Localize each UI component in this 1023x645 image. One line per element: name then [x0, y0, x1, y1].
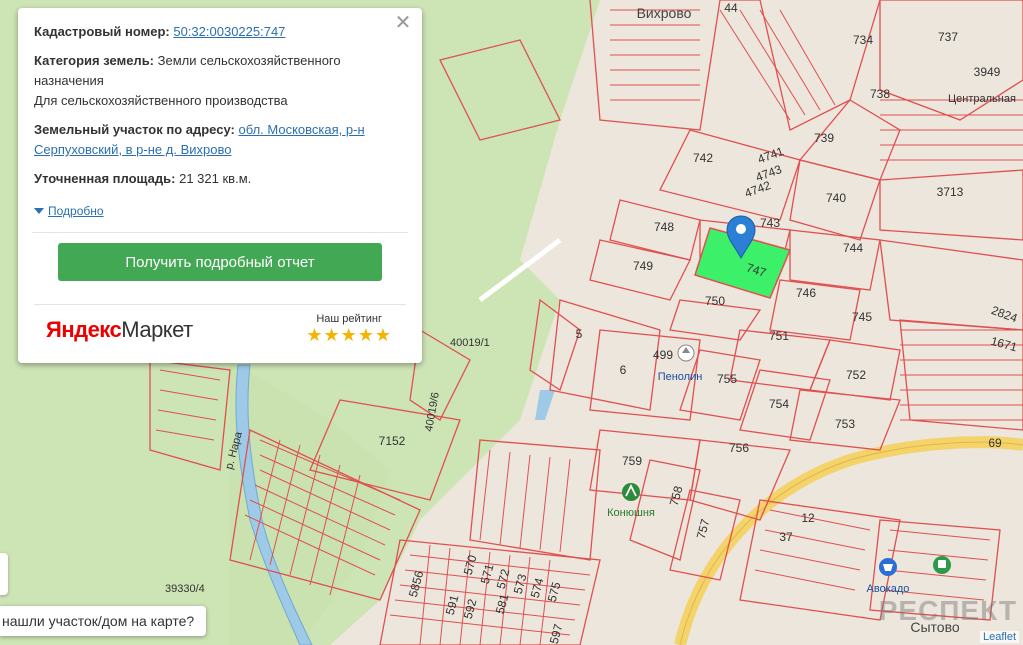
- side-panel-tab[interactable]: [0, 553, 8, 595]
- details-link[interactable]: Подробно: [48, 204, 104, 218]
- land-category-row: Категория земель: Земли сельскохозяйстве…: [34, 51, 406, 111]
- parcel-label-44: 44: [724, 1, 738, 15]
- cadastral-number-link[interactable]: 50:32:0030225:747: [173, 24, 285, 39]
- address-label: Земельный участок по адресу:: [34, 122, 235, 137]
- parcel-label-745: 745: [852, 310, 872, 324]
- street-label-tsentralnaya: Центральная: [948, 93, 1016, 105]
- market-rating[interactable]: Наш рейтинг ★★★★★: [306, 313, 392, 346]
- parcel-label-739: 739: [814, 131, 834, 145]
- parcel-label-752: 752: [846, 368, 866, 382]
- poi-label-konyushnya: Конюшня: [607, 507, 655, 519]
- close-icon[interactable]: ✕: [394, 13, 412, 33]
- parcel-label-499: 499: [653, 348, 673, 362]
- rating-label: Наш рейтинг: [316, 313, 382, 325]
- parcel-label-750: 750: [705, 294, 725, 308]
- yandex-market-block[interactable]: ЯндексМаркет Наш рейтинг ★★★★★: [34, 304, 406, 353]
- yandex-market-logo[interactable]: ЯндексМаркет: [46, 317, 193, 343]
- category-label: Категория земель:: [34, 53, 155, 68]
- place-label-vikhrovo: Вихрово: [637, 5, 692, 21]
- road-label-39330-4: 39330/4: [165, 583, 205, 595]
- stable-poi-icon[interactable]: [622, 483, 640, 501]
- parcel-label-759: 759: [622, 454, 642, 468]
- parcel-label-744: 744: [843, 241, 863, 255]
- parcel-label-3949: 3949: [974, 65, 1001, 79]
- parcel-label-753: 753: [835, 417, 855, 431]
- parcel-label-738: 738: [870, 87, 890, 101]
- parcel-label-743: 743: [760, 216, 780, 230]
- area-label: Уточненная площадь:: [34, 171, 176, 186]
- parcel-label-6: 6: [620, 363, 627, 377]
- poi-label-avokado: Авокадо: [867, 583, 910, 595]
- category-usage: Для сельскохозяйственного производства: [34, 93, 288, 108]
- leaflet-attribution-link[interactable]: Leaflet: [979, 631, 1019, 643]
- details-toggle[interactable]: Подробно: [34, 204, 104, 218]
- parcel-label-746: 746: [796, 286, 816, 300]
- parcel-label-37: 37: [779, 530, 793, 544]
- road-label-40019-1: 40019/1: [450, 337, 490, 349]
- parcel-label-734: 734: [853, 33, 873, 47]
- parcel-label-755: 755: [717, 372, 737, 386]
- area-row: Уточненная площадь: 21 321 кв.м.: [34, 169, 406, 189]
- parcel-info-popup: ✕ Кадастровый номер: 50:32:0030225:747 К…: [18, 8, 422, 363]
- parcel-label-7152: 7152: [379, 434, 406, 448]
- divider: [32, 232, 408, 233]
- penolin-poi-icon[interactable]: [677, 344, 695, 362]
- get-report-button[interactable]: Получить подробный отчет: [58, 243, 382, 281]
- parcel-label-749: 749: [633, 259, 653, 273]
- poi-label-penolin: Пенолин: [658, 371, 703, 383]
- parcel-label-754: 754: [769, 397, 789, 411]
- parcel-label-3713: 3713: [937, 185, 964, 199]
- parcel-label-740: 740: [826, 191, 846, 205]
- address-row: Земельный участок по адресу: обл. Москов…: [34, 120, 406, 160]
- parcel-label-737: 737: [938, 30, 958, 44]
- parcel-label-12: 12: [801, 511, 815, 525]
- shop-poi-icon[interactable]: [879, 558, 897, 576]
- cadastral-number-row: Кадастровый номер: 50:32:0030225:747: [34, 22, 406, 42]
- parcel-label-751: 751: [769, 329, 789, 343]
- watermark-logo: РЕСПЕКТ: [878, 595, 1017, 626]
- area-value: 21 321 кв.м.: [179, 171, 252, 186]
- triangle-down-icon: [34, 208, 44, 214]
- cadastral-label: Кадастровый номер:: [34, 24, 170, 39]
- parcel-label-742: 742: [693, 151, 713, 165]
- bus-stop-icon[interactable]: [933, 556, 951, 574]
- parcel-label-748: 748: [654, 220, 674, 234]
- parcel-label-69: 69: [988, 436, 1002, 450]
- parcel-label-756: 756: [729, 441, 749, 455]
- parcel-label-5: 5: [576, 327, 583, 341]
- found-plot-on-map-button[interactable]: нашли участок/дом на карте?: [0, 606, 207, 636]
- rating-stars-icon: ★★★★★: [306, 325, 392, 345]
